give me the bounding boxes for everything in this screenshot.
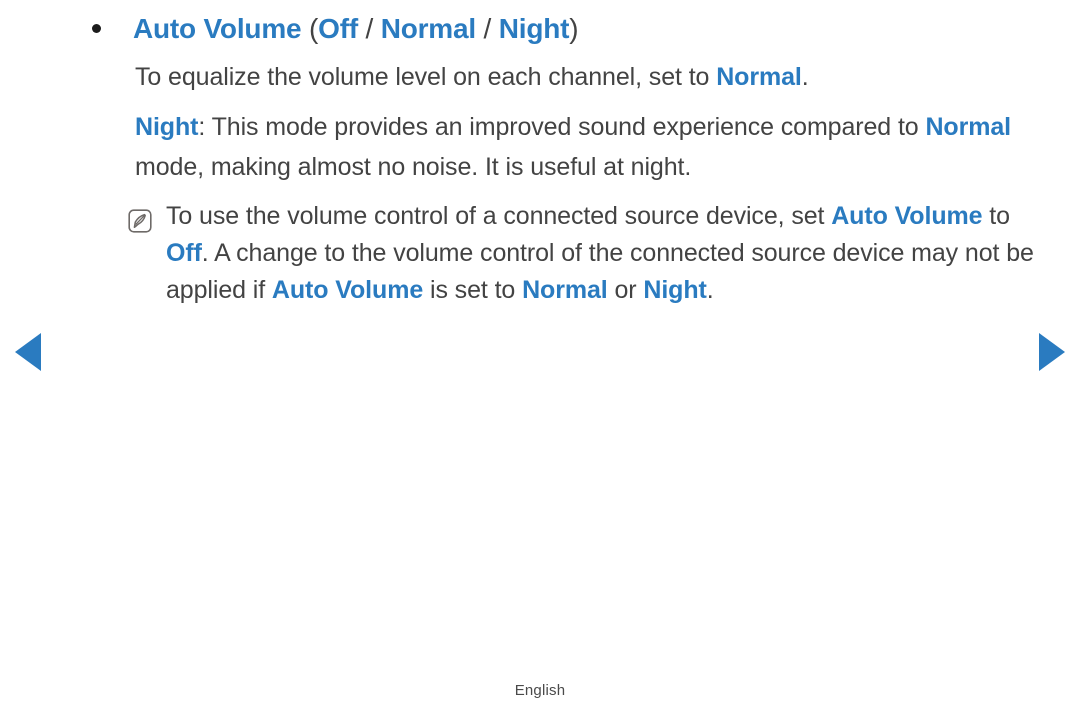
- option-separator-2: /: [475, 13, 499, 44]
- note-accent-auto-volume-2: Auto Volume: [271, 276, 424, 304]
- paragraph-night-mode: Night: This mode provides an improved so…: [135, 107, 1035, 187]
- note-accent-off: Off: [166, 239, 202, 267]
- paragraph-2-text-mid-1: : This mode provides an improved sound e…: [198, 113, 926, 141]
- note-block: To use the volume control of a connected…: [128, 198, 1038, 309]
- emanual-page: Auto Volume (Off / Normal / Night) To eq…: [0, 0, 1080, 705]
- bullet-dot-icon: [92, 24, 101, 33]
- note-pen-icon: [128, 209, 152, 233]
- note-accent-auto-volume-1: Auto Volume: [831, 202, 983, 230]
- note-accent-normal: Normal: [522, 276, 608, 304]
- note-text: To use the volume control of a connected…: [166, 198, 1038, 309]
- option-night: Night: [498, 13, 570, 44]
- note-seg-4: is set to: [423, 276, 523, 304]
- paragraph-1-text-pre: To equalize the volume level on each cha…: [135, 63, 717, 91]
- bullet-heading-text: Auto Volume (Off / Normal / Night): [133, 10, 579, 48]
- bullet-heading-row: Auto Volume (Off / Normal / Night): [92, 10, 1052, 48]
- previous-page-arrow-icon[interactable]: [15, 333, 41, 371]
- note-accent-night: Night: [643, 276, 707, 304]
- option-off: Off: [318, 13, 358, 44]
- option-normal: Normal: [380, 13, 476, 44]
- note-seg-2: to: [982, 202, 1010, 230]
- close-paren: ): [569, 13, 579, 44]
- paragraph-2-accent-night: Night: [135, 113, 199, 141]
- footer-language-label: English: [514, 682, 566, 699]
- paragraph-2-accent-normal: Normal: [925, 113, 1011, 141]
- note-seg-1: To use the volume control of a connected…: [166, 202, 832, 230]
- note-seg-5: or: [607, 276, 644, 304]
- option-separator-1: /: [357, 13, 381, 44]
- paragraph-1-accent-normal: Normal: [716, 63, 802, 91]
- next-page-arrow-icon[interactable]: [1039, 333, 1065, 371]
- note-seg-6: .: [706, 276, 714, 304]
- paragraph-2-text-mid-2: mode, making almost no noise. It is usef…: [135, 153, 692, 181]
- paragraph-equalize: To equalize the volume level on each cha…: [135, 57, 1035, 97]
- setting-name-auto-volume: Auto Volume: [133, 13, 302, 44]
- paragraph-1-text-post: .: [801, 63, 809, 91]
- open-paren: (: [301, 13, 319, 44]
